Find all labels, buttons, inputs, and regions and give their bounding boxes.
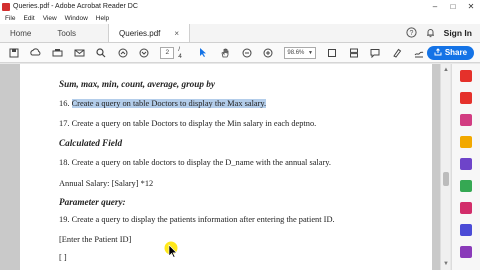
- menu-bar: File Edit View Window Help: [0, 13, 480, 24]
- query-17-line: 17. Create a query on table Doctors to d…: [59, 119, 317, 128]
- window-title: Queries.pdf - Adobe Acrobat Reader DC: [13, 3, 138, 10]
- edit-pdf-icon[interactable]: [460, 114, 472, 126]
- query-18-line: 18. Create a query on table doctors to d…: [59, 158, 332, 167]
- zoom-select[interactable]: 98.6% ▼: [284, 46, 316, 59]
- save-icon[interactable]: [6, 45, 22, 61]
- zoom-out-icon[interactable]: [239, 45, 255, 61]
- zoom-in-icon[interactable]: [261, 45, 277, 61]
- export-pdf-icon[interactable]: [460, 70, 472, 82]
- svg-text:?: ?: [409, 30, 413, 37]
- comment-tool-icon[interactable]: [368, 45, 384, 61]
- fill-sign-icon[interactable]: [460, 246, 472, 258]
- share-icon: [434, 47, 442, 58]
- comment-icon[interactable]: [460, 136, 472, 148]
- window-controls: – □ ✕: [426, 0, 480, 13]
- close-tab-icon[interactable]: ×: [174, 29, 179, 38]
- menu-view[interactable]: View: [43, 15, 57, 22]
- tab-home[interactable]: Home: [0, 24, 41, 42]
- empty-brackets: [ ]: [59, 253, 67, 262]
- document-viewport[interactable]: Sum, max, min, count, average, group by …: [0, 64, 440, 270]
- hand-tool-icon[interactable]: [217, 45, 233, 61]
- menu-window[interactable]: Window: [65, 15, 88, 22]
- header-right: ? Sign In: [406, 24, 480, 42]
- sign-tool-icon[interactable]: [411, 45, 427, 61]
- search-icon[interactable]: [93, 45, 109, 61]
- menu-help[interactable]: Help: [96, 15, 109, 22]
- query-19-line: 19. Create a query to display the patien…: [59, 215, 335, 224]
- previous-page-icon[interactable]: [115, 45, 131, 61]
- scroll-mode-icon[interactable]: [346, 45, 362, 61]
- tab-tools[interactable]: Tools: [47, 24, 86, 42]
- chevron-down-icon: ▼: [308, 49, 313, 56]
- query-16-highlighted-text[interactable]: Create a query on table Doctors to displ…: [71, 99, 267, 108]
- tab-document[interactable]: Queries.pdf ×: [108, 24, 191, 42]
- tab-bar: Home Tools Queries.pdf × ? Sign In: [0, 24, 480, 43]
- combine-files-icon[interactable]: [460, 158, 472, 170]
- query-16-number: 16.: [59, 99, 70, 108]
- organize-pages-icon[interactable]: [460, 180, 472, 192]
- scroll-down-icon[interactable]: ▼: [442, 260, 450, 268]
- help-icon[interactable]: ?: [406, 26, 417, 40]
- minimize-button[interactable]: –: [426, 0, 444, 13]
- share-label: Share: [444, 48, 468, 57]
- select-tool-icon[interactable]: [195, 45, 211, 61]
- create-pdf-icon[interactable]: [460, 92, 472, 104]
- fit-page-icon[interactable]: [324, 45, 340, 61]
- heading-aggregates: Sum, max, min, count, average, group by: [59, 79, 215, 89]
- scroll-up-icon[interactable]: ▲: [442, 66, 450, 74]
- tools-pane: [451, 64, 480, 270]
- protect-icon[interactable]: [460, 224, 472, 236]
- notifications-icon[interactable]: [425, 27, 436, 40]
- toolbar: 2 / 4 98.6% ▼ Share: [0, 43, 480, 63]
- vertical-scrollbar[interactable]: ▲ ▼: [440, 64, 450, 270]
- email-icon[interactable]: [71, 45, 87, 61]
- heading-parameter-query: Parameter query:: [59, 197, 126, 207]
- title-bar: Queries.pdf - Adobe Acrobat Reader DC – …: [0, 0, 480, 13]
- share-button[interactable]: Share: [426, 45, 475, 60]
- sign-in-button[interactable]: Sign In: [444, 28, 472, 38]
- pdf-page[interactable]: Sum, max, min, count, average, group by …: [20, 64, 432, 270]
- annual-salary-expression: Annual Salary: [Salary] *12: [59, 179, 154, 188]
- tab-document-label: Queries.pdf: [119, 28, 161, 38]
- menu-file[interactable]: File: [5, 15, 15, 22]
- parameter-prompt: [Enter the Patient ID]: [59, 235, 132, 244]
- query-16-line[interactable]: 16. Create a query on table Doctors to d…: [59, 99, 267, 108]
- print-icon[interactable]: [50, 45, 66, 61]
- close-window-button[interactable]: ✕: [462, 0, 480, 13]
- maximize-button[interactable]: □: [444, 0, 462, 13]
- zoom-value: 98.6%: [287, 49, 305, 56]
- scrollbar-thumb[interactable]: [443, 172, 449, 186]
- heading-calculated-field: Calculated Field: [59, 138, 123, 148]
- menu-edit[interactable]: Edit: [23, 15, 34, 22]
- redact-icon[interactable]: [460, 202, 472, 214]
- next-page-icon[interactable]: [137, 45, 153, 61]
- upload-icon[interactable]: [28, 45, 44, 61]
- page-total: / 4: [178, 45, 182, 60]
- page-number-input[interactable]: 2: [160, 46, 175, 59]
- mouse-cursor-icon: [164, 241, 184, 261]
- highlight-tool-icon[interactable]: [389, 45, 405, 61]
- acrobat-app-icon: [2, 2, 10, 11]
